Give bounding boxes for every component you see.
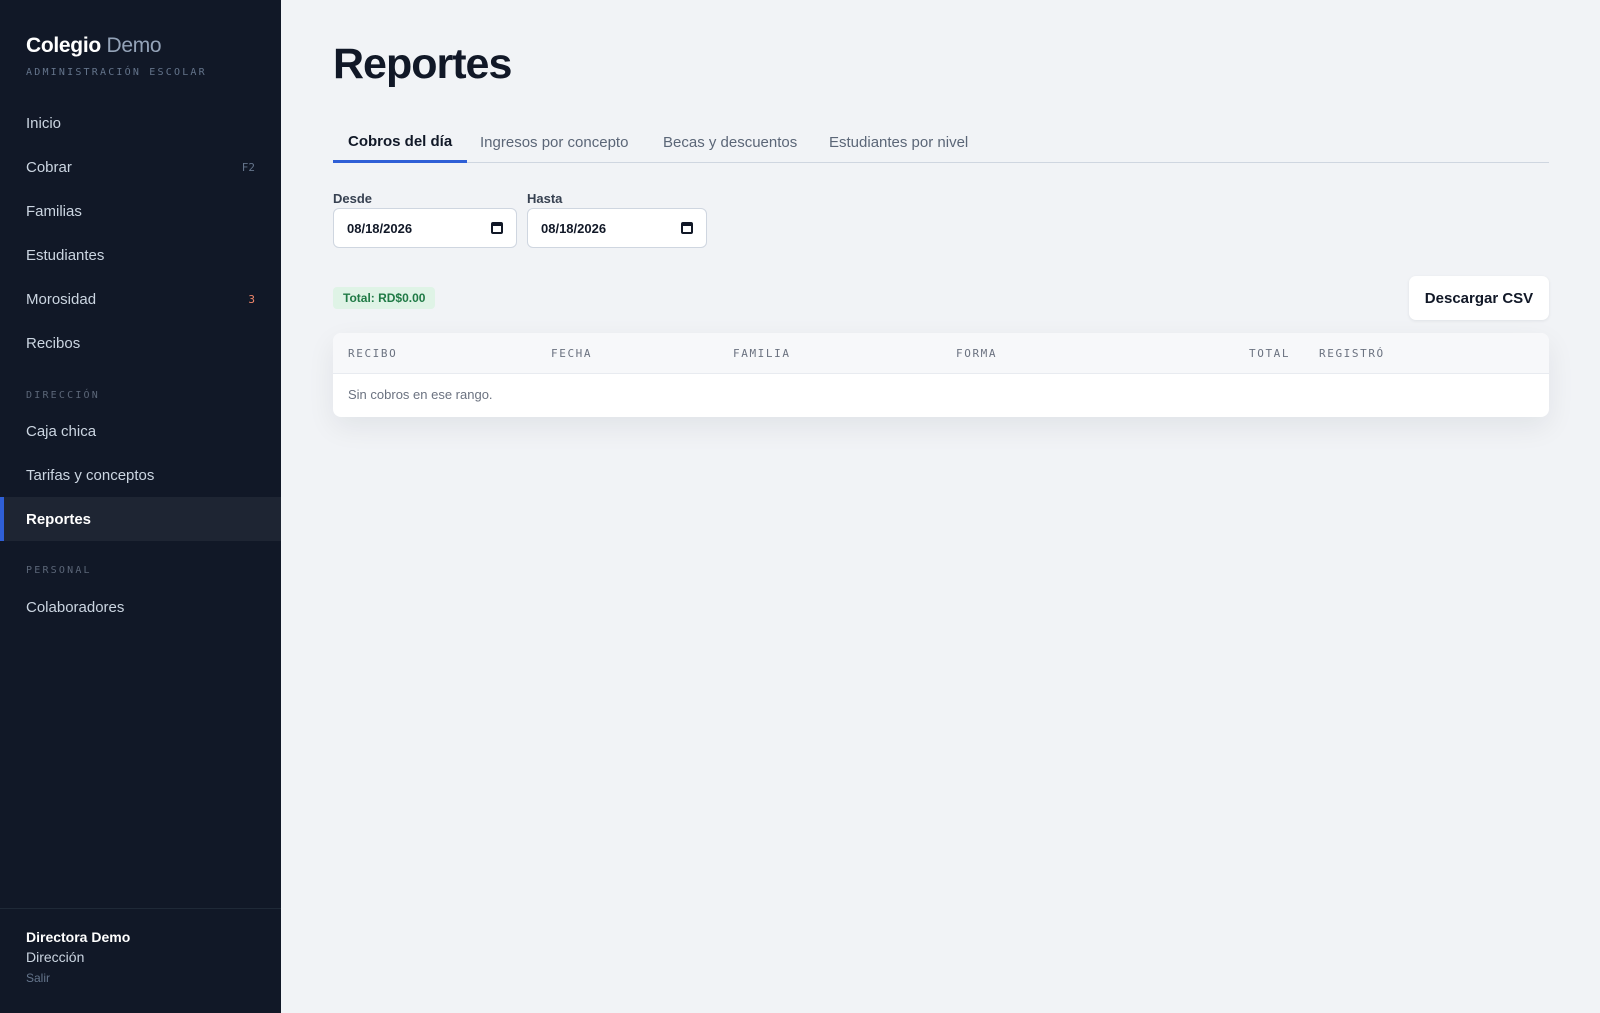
sidebar-item-reportes[interactable]: Reportes (0, 497, 281, 541)
calendar-icon[interactable] (681, 222, 693, 234)
tab-ingresos-por-concepto[interactable]: Ingresos por concepto (480, 122, 628, 163)
report-tabs: Cobros del día Ingresos por concepto Bec… (333, 122, 1549, 163)
count-badge: 3 (248, 292, 255, 306)
sidebar-item-label: Recibos (26, 334, 81, 352)
logout-link[interactable]: Salir (26, 971, 50, 985)
sidebar-section-personal: PERSONAL (26, 565, 92, 576)
user-role: Dirección (26, 949, 85, 965)
brand-subtitle: ADMINISTRACIÓN ESCOLAR (26, 67, 207, 78)
sidebar-item-label: Tarifas y conceptos (26, 466, 155, 484)
sidebar-item-tarifas[interactable]: Tarifas y conceptos (0, 453, 281, 497)
desde-date-value: 08/18/2026 (347, 220, 413, 236)
sidebar-item-familias[interactable]: Familias (0, 189, 281, 233)
sidebar-item-label: Cobrar (26, 158, 72, 176)
user-name: Directora Demo (26, 929, 131, 945)
table-header: RECIBO FECHA FAMILIA FORMA TOTAL REGISTR… (333, 333, 1549, 374)
desde-label: Desde (333, 191, 373, 206)
column-header-registro[interactable]: REGISTRÓ (1319, 347, 1385, 360)
shortcut-badge: F2 (241, 160, 255, 174)
calendar-icon[interactable] (491, 222, 503, 234)
sidebar-item-label: Inicio (26, 114, 62, 132)
tab-becas-y-descuentos[interactable]: Becas y descuentos (663, 122, 797, 163)
brand-name-suffix: Demo (106, 34, 162, 57)
cobros-table: RECIBO FECHA FAMILIA FORMA TOTAL REGISTR… (333, 333, 1549, 417)
user-panel: Directora Demo Dirección Salir (0, 908, 281, 1013)
main-content: Reportes Cobros del día Ingresos por con… (281, 0, 1600, 1013)
brand-name: Colegio (26, 34, 101, 57)
sidebar-item-label: Estudiantes (26, 246, 105, 264)
sidebar-item-label: Reportes (26, 510, 92, 528)
column-header-familia[interactable]: FAMILIA (733, 347, 791, 360)
sidebar-item-caja-chica[interactable]: Caja chica (0, 409, 281, 453)
total-badge: Total: RD$0.00 (333, 287, 436, 309)
page-title: Reportes (333, 40, 512, 88)
hasta-date-input[interactable]: 08/18/2026 (527, 208, 707, 248)
desde-date-input[interactable]: 08/18/2026 (333, 208, 517, 248)
sidebar-item-label: Caja chica (26, 422, 97, 440)
column-header-recibo[interactable]: RECIBO (348, 347, 397, 360)
sidebar-item-label: Familias (26, 202, 82, 220)
sidebar-item-estudiantes[interactable]: Estudiantes (0, 233, 281, 277)
sidebar-item-label: Colaboradores (26, 598, 125, 616)
hasta-date-value: 08/18/2026 (541, 220, 607, 236)
column-header-fecha[interactable]: FECHA (551, 347, 592, 360)
sidebar-item-cobrar[interactable]: Cobrar F2 (0, 145, 281, 189)
tab-estudiantes-por-nivel[interactable]: Estudiantes por nivel (829, 122, 968, 163)
sidebar-item-morosidad[interactable]: Morosidad 3 (0, 277, 281, 321)
sidebar-item-colaboradores[interactable]: Colaboradores (0, 585, 281, 629)
hasta-label: Hasta (527, 191, 563, 206)
sidebar-section-direccion: DIRECCIÓN (26, 390, 100, 401)
column-header-forma[interactable]: FORMA (956, 347, 997, 360)
sidebar: Colegio Demo ADMINISTRACIÓN ESCOLAR Inic… (0, 0, 281, 1013)
sidebar-item-recibos[interactable]: Recibos (0, 321, 281, 365)
column-header-total[interactable]: TOTAL (1249, 347, 1290, 360)
empty-state-message: Sin cobros en ese rango. (348, 387, 493, 402)
sidebar-item-inicio[interactable]: Inicio (0, 101, 281, 145)
sidebar-item-label: Morosidad (26, 290, 97, 308)
brand-logo[interactable]: Colegio Demo (26, 34, 162, 58)
download-csv-button[interactable]: Descargar CSV (1409, 276, 1549, 320)
tab-cobros-del-dia[interactable]: Cobros del día (333, 122, 468, 163)
